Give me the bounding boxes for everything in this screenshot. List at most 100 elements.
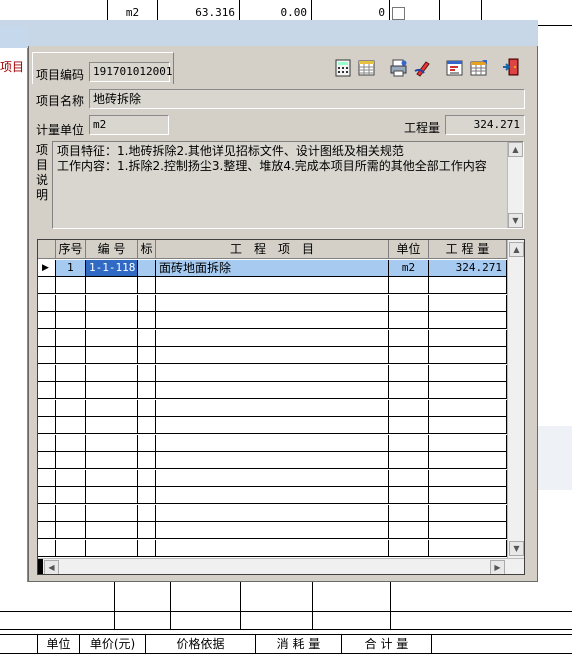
grid-empty-cell[interactable]	[156, 364, 389, 382]
grid-empty-cell[interactable]	[138, 417, 156, 434]
scroll-up-icon[interactable]: ▲	[508, 142, 523, 157]
grid-empty-cell[interactable]	[389, 312, 429, 329]
unit-field[interactable]: m2	[89, 115, 169, 135]
grid-empty-cell[interactable]	[86, 504, 138, 522]
grid-empty-cell[interactable]	[138, 382, 156, 399]
grid-empty-cell[interactable]	[389, 469, 429, 487]
name-field[interactable]: 地砖拆除	[89, 89, 525, 109]
grid-empty-cell[interactable]	[38, 329, 56, 347]
grid-empty-cell[interactable]	[86, 312, 138, 329]
grid-empty-cell[interactable]	[86, 347, 138, 364]
grid-empty-cell[interactable]	[138, 539, 156, 557]
grid-empty-cell[interactable]	[38, 417, 56, 434]
grid-empty-cell[interactable]	[389, 539, 429, 557]
grid-empty-cell[interactable]	[86, 277, 138, 294]
bottom-header-total[interactable]: 合 计 量	[342, 634, 432, 654]
grid-empty-cell[interactable]	[138, 364, 156, 382]
grid-scroll-left-icon[interactable]: ◀	[44, 560, 59, 574]
grid-empty-cell[interactable]	[389, 347, 429, 364]
grid-empty-cell[interactable]	[429, 417, 507, 434]
grid-empty-cell[interactable]	[389, 399, 429, 417]
grid-empty-cell[interactable]	[86, 294, 138, 312]
grid-empty-cell[interactable]	[38, 294, 56, 312]
grid-empty-cell[interactable]	[156, 277, 389, 294]
grid-empty-cell[interactable]	[38, 487, 56, 504]
scroll-down-icon[interactable]: ▼	[508, 213, 523, 228]
grid-empty-cell[interactable]	[156, 469, 389, 487]
grid-cell-item[interactable]: 面砖地面拆除	[156, 260, 389, 277]
grid-empty-cell[interactable]	[56, 347, 86, 364]
grid-empty-cell[interactable]	[138, 487, 156, 504]
grid-empty-cell[interactable]	[56, 504, 86, 522]
grid-empty-cell[interactable]	[389, 522, 429, 539]
grid-empty-cell[interactable]	[38, 539, 56, 557]
grid-header-qty[interactable]: 工 程 量	[429, 240, 507, 259]
grid-empty-cell[interactable]	[56, 382, 86, 399]
grid-scroll-right-icon[interactable]: ▶	[490, 560, 505, 574]
grid-empty-cell[interactable]	[86, 487, 138, 504]
grid-empty-cell[interactable]	[56, 399, 86, 417]
grid-cell-unit[interactable]: m2	[389, 260, 429, 277]
grid-empty-cell[interactable]	[156, 347, 389, 364]
grid-empty-cell[interactable]	[56, 277, 86, 294]
grid-empty-cell[interactable]	[138, 329, 156, 347]
grid-empty-cell[interactable]	[429, 434, 507, 452]
grid-empty-cell[interactable]	[86, 399, 138, 417]
grid-empty-cell[interactable]	[389, 364, 429, 382]
grid-empty-cell[interactable]	[156, 522, 389, 539]
grid-empty-cell[interactable]	[156, 539, 389, 557]
grid-empty-cell[interactable]	[389, 452, 429, 469]
bottom-header-price-basis[interactable]: 价格依据	[146, 634, 256, 654]
grid-empty-cell[interactable]	[56, 469, 86, 487]
grid-empty-cell[interactable]	[56, 434, 86, 452]
grid-empty-cell[interactable]	[56, 294, 86, 312]
grid-empty-cell[interactable]	[38, 504, 56, 522]
grid-empty-cell[interactable]	[156, 399, 389, 417]
grid-header-flag[interactable]: 标	[138, 240, 156, 259]
grid-scroll-up-icon[interactable]: ▲	[509, 242, 524, 257]
grid-empty-cell[interactable]	[56, 329, 86, 347]
grid-empty-cell[interactable]	[429, 452, 507, 469]
grid-vertical-scrollbar[interactable]: ▲ ▼	[507, 240, 524, 558]
grid-empty-cell[interactable]	[429, 487, 507, 504]
grid-empty-cell[interactable]	[38, 522, 56, 539]
grid-empty-cell[interactable]	[156, 417, 389, 434]
grid-empty-cell[interactable]	[38, 452, 56, 469]
grid-empty-cell[interactable]	[429, 277, 507, 294]
grid-empty-cell[interactable]	[38, 364, 56, 382]
bottom-header-consumption[interactable]: 消 耗 量	[256, 634, 342, 654]
grid-cell-qty[interactable]: 324.271	[429, 260, 507, 277]
grid-empty-cell[interactable]	[389, 434, 429, 452]
left-window-label[interactable]: 项目	[0, 58, 24, 75]
grid-header-seq[interactable]: 序号	[56, 240, 86, 259]
grid-empty-cell[interactable]	[56, 522, 86, 539]
grid-cell-flag[interactable]	[138, 260, 156, 277]
grid-empty-cell[interactable]	[86, 382, 138, 399]
grid-empty-cell[interactable]	[389, 504, 429, 522]
grid-header-unit[interactable]: 单位	[389, 240, 429, 259]
grid-empty-cell[interactable]	[138, 452, 156, 469]
grid-empty-cell[interactable]	[389, 487, 429, 504]
grid-empty-cell[interactable]	[38, 312, 56, 329]
description-memo[interactable]: 项目特征：1.地砖拆除2.其他详见招标文件、设计图纸及相关规范 工作内容：1.拆…	[52, 141, 524, 229]
grid-empty-cell[interactable]	[389, 277, 429, 294]
grid-empty-cell[interactable]	[429, 522, 507, 539]
chart-icon[interactable]	[446, 59, 464, 77]
grid-empty-cell[interactable]	[389, 329, 429, 347]
grid-empty-cell[interactable]	[138, 469, 156, 487]
grid-empty-cell[interactable]	[429, 469, 507, 487]
grid-empty-cell[interactable]	[38, 469, 56, 487]
grid-empty-cell[interactable]	[56, 539, 86, 557]
calculator-icon[interactable]	[334, 59, 352, 77]
grid-cell-code[interactable]: 1-1-118	[86, 260, 138, 277]
grid-empty-cell[interactable]	[389, 382, 429, 399]
grid-empty-cell[interactable]	[429, 382, 507, 399]
grid-empty-cell[interactable]	[429, 329, 507, 347]
grid-empty-cell[interactable]	[156, 312, 389, 329]
grid-empty-cell[interactable]	[86, 417, 138, 434]
grid-cell-seq[interactable]: 1	[56, 260, 86, 277]
grid-empty-cell[interactable]	[56, 452, 86, 469]
grid-empty-cell[interactable]	[138, 312, 156, 329]
grid-empty-cell[interactable]	[86, 522, 138, 539]
grid-empty-cell[interactable]	[38, 347, 56, 364]
